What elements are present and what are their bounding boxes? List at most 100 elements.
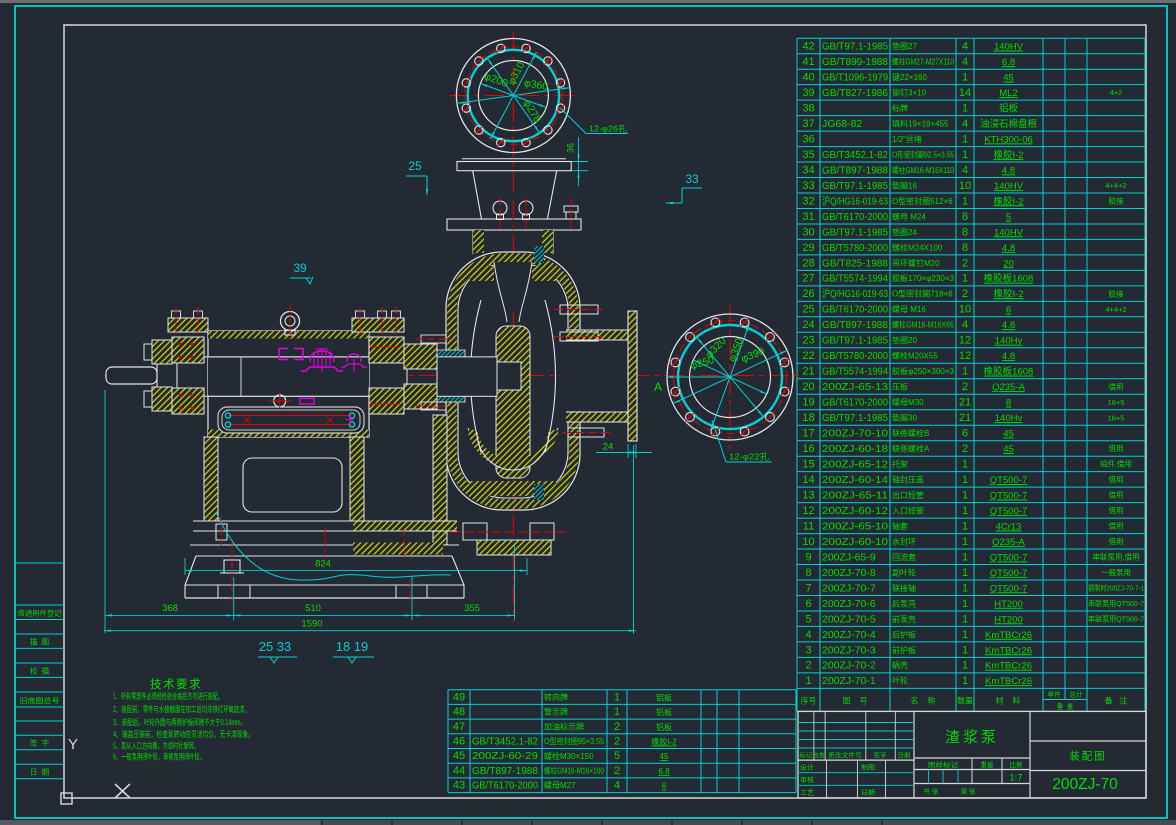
svg-text:21: 21 [802, 366, 814, 378]
svg-text:22: 22 [802, 350, 814, 362]
svg-text:38: 38 [802, 103, 814, 115]
svg-text:21: 21 [959, 412, 971, 424]
svg-text:设计: 设计 [800, 762, 815, 771]
svg-text:标牌: 标牌 [892, 103, 908, 113]
svg-text:6.8: 6.8 [1002, 57, 1015, 68]
svg-text:10: 10 [802, 536, 814, 548]
svg-text:渣浆泵: 渣浆泵 [945, 728, 999, 746]
svg-text:8: 8 [962, 226, 968, 238]
svg-text:标记: 标记 [800, 752, 813, 760]
svg-text:单件: 单件 [1048, 690, 1062, 699]
svg-text:12: 12 [959, 350, 971, 362]
svg-text:审核: 审核 [800, 775, 815, 784]
svg-text:200ZJ-70-6: 200ZJ-70-6 [822, 598, 876, 610]
svg-text:200ZJ-70-8: 200ZJ-70-8 [822, 567, 876, 579]
svg-text:1: 1 [962, 582, 968, 594]
svg-text:橡胶I-2: 橡胶I-2 [993, 149, 1023, 161]
svg-text:比例: 比例 [1010, 760, 1023, 769]
svg-text:43: 43 [453, 780, 465, 792]
svg-text:序号: 序号 [801, 696, 817, 706]
svg-text:蜗壳: 蜗壳 [892, 660, 908, 670]
svg-text:胶板170×φ230×3: 胶板170×φ230×3 [892, 273, 955, 283]
svg-text:140Hv: 140Hv [995, 413, 1023, 424]
svg-text:1: 1 [614, 706, 620, 718]
svg-text:装配图: 装配图 [1069, 750, 1107, 763]
svg-text:25: 25 [408, 159, 422, 173]
svg-text:借用: 借用 [1109, 521, 1124, 531]
svg-text:5: 5 [614, 750, 620, 762]
svg-text:JG68-82: JG68-82 [822, 118, 862, 130]
svg-text:重量: 重量 [981, 761, 995, 769]
svg-text:Q235-A: Q235-A [992, 537, 1025, 548]
svg-text:入口短管: 入口短管 [892, 505, 924, 515]
svg-text:A: A [654, 380, 662, 394]
svg-text:工艺: 工艺 [800, 789, 815, 797]
svg-text:4: 4 [962, 56, 968, 68]
svg-text:1: 1 [962, 536, 968, 548]
svg-text:6.8: 6.8 [658, 767, 670, 776]
svg-text:KmTBCr26: KmTBCr26 [985, 676, 1032, 687]
svg-text:2: 2 [614, 736, 620, 748]
svg-text:名 称: 名 称 [911, 696, 936, 706]
svg-text:1: 1 [962, 133, 968, 145]
svg-text:42: 42 [802, 41, 814, 53]
svg-text:借用: 借用 [1109, 505, 1124, 515]
svg-text:沪Q/HG16-019-63: 沪Q/HG16-019-63 [822, 287, 888, 300]
svg-text:描 图: 描 图 [30, 637, 49, 647]
svg-text:橡胶I-2: 橡胶I-2 [993, 288, 1023, 300]
svg-text:510: 510 [305, 603, 321, 614]
svg-text:23: 23 [802, 335, 814, 347]
svg-text:200ZJ-60-18: 200ZJ-60-18 [822, 443, 888, 455]
svg-text:加油标示牌: 加油标示牌 [544, 721, 584, 731]
svg-text:45: 45 [1003, 73, 1014, 84]
svg-text:1、所有零部件必须经检验合格后方可进行装配。: 1、所有零部件必须经检验合格后方可进行装配。 [113, 691, 223, 701]
svg-text:KmTBCr26: KmTBCr26 [985, 645, 1032, 656]
svg-text:O型密封圈512×6: O型密封圈512×6 [892, 196, 953, 206]
svg-text:45: 45 [1003, 444, 1014, 455]
svg-text:压板: 压板 [892, 382, 908, 392]
svg-text:GB/T3452.1-82: GB/T3452.1-82 [822, 149, 888, 161]
svg-text:28: 28 [802, 257, 814, 269]
svg-text:QT500-7: QT500-7 [990, 475, 1028, 486]
svg-text:39: 39 [802, 87, 814, 99]
svg-text:200ZJ-60-29: 200ZJ-60-29 [472, 750, 538, 762]
svg-text:校 描: 校 描 [30, 666, 50, 676]
svg-text:钢制时200ZJ-70-7-1: 钢制时200ZJ-70-7-1 [1088, 583, 1144, 593]
svg-text:螺母 M24: 螺母 M24 [892, 211, 926, 221]
svg-text:GB/T897-1988: GB/T897-1988 [472, 765, 538, 777]
svg-text:140HV: 140HV [994, 42, 1024, 53]
svg-text:叶轮: 叶轮 [892, 676, 908, 686]
svg-text:后护板: 后护板 [892, 629, 916, 639]
svg-text:30: 30 [802, 226, 814, 238]
svg-text:3: 3 [805, 644, 811, 656]
svg-text:橡胶I-2: 橡胶I-2 [651, 737, 677, 747]
svg-text:8: 8 [962, 211, 968, 223]
svg-text:QT500-7: QT500-7 [990, 568, 1028, 579]
svg-text:水封环: 水封环 [892, 536, 916, 546]
svg-text:1:7: 1:7 [1009, 773, 1022, 784]
svg-text:1: 1 [962, 644, 968, 656]
svg-text:35: 35 [802, 149, 814, 161]
svg-text:140Hv: 140Hv [995, 336, 1023, 347]
svg-text:后泵壳: 后泵壳 [892, 598, 916, 608]
svg-text:GB/T3452.1-82: GB/T3452.1-82 [472, 736, 538, 748]
svg-text:4.8: 4.8 [1002, 351, 1015, 362]
svg-text:GB/T5574-1994: GB/T5574-1994 [822, 273, 888, 285]
svg-text:填料19×19×455: 填料19×19×455 [892, 118, 949, 128]
svg-text:14: 14 [802, 474, 814, 486]
svg-text:日 期: 日 期 [30, 768, 49, 777]
svg-text:KmTBCr26: KmTBCr26 [985, 630, 1032, 641]
svg-text:橡胶板1608: 橡胶板1608 [984, 366, 1034, 378]
svg-text:10: 10 [959, 304, 971, 316]
svg-text:200ZJ-65-10: 200ZJ-65-10 [822, 520, 888, 532]
svg-text:O型密封圈95×3.55: O型密封圈95×3.55 [544, 736, 604, 746]
svg-text:1: 1 [962, 675, 968, 687]
svg-text:KTH300-06: KTH300-06 [984, 134, 1033, 145]
svg-text:16+5: 16+5 [1108, 413, 1125, 422]
svg-text:140HV: 140HV [994, 181, 1024, 192]
svg-text:1: 1 [962, 505, 968, 517]
svg-text:轴封压盖: 轴封压盖 [892, 475, 924, 485]
svg-text:垫圈27: 垫圈27 [892, 41, 917, 51]
svg-text:48: 48 [453, 706, 465, 718]
svg-text:140HV: 140HV [994, 227, 1024, 238]
